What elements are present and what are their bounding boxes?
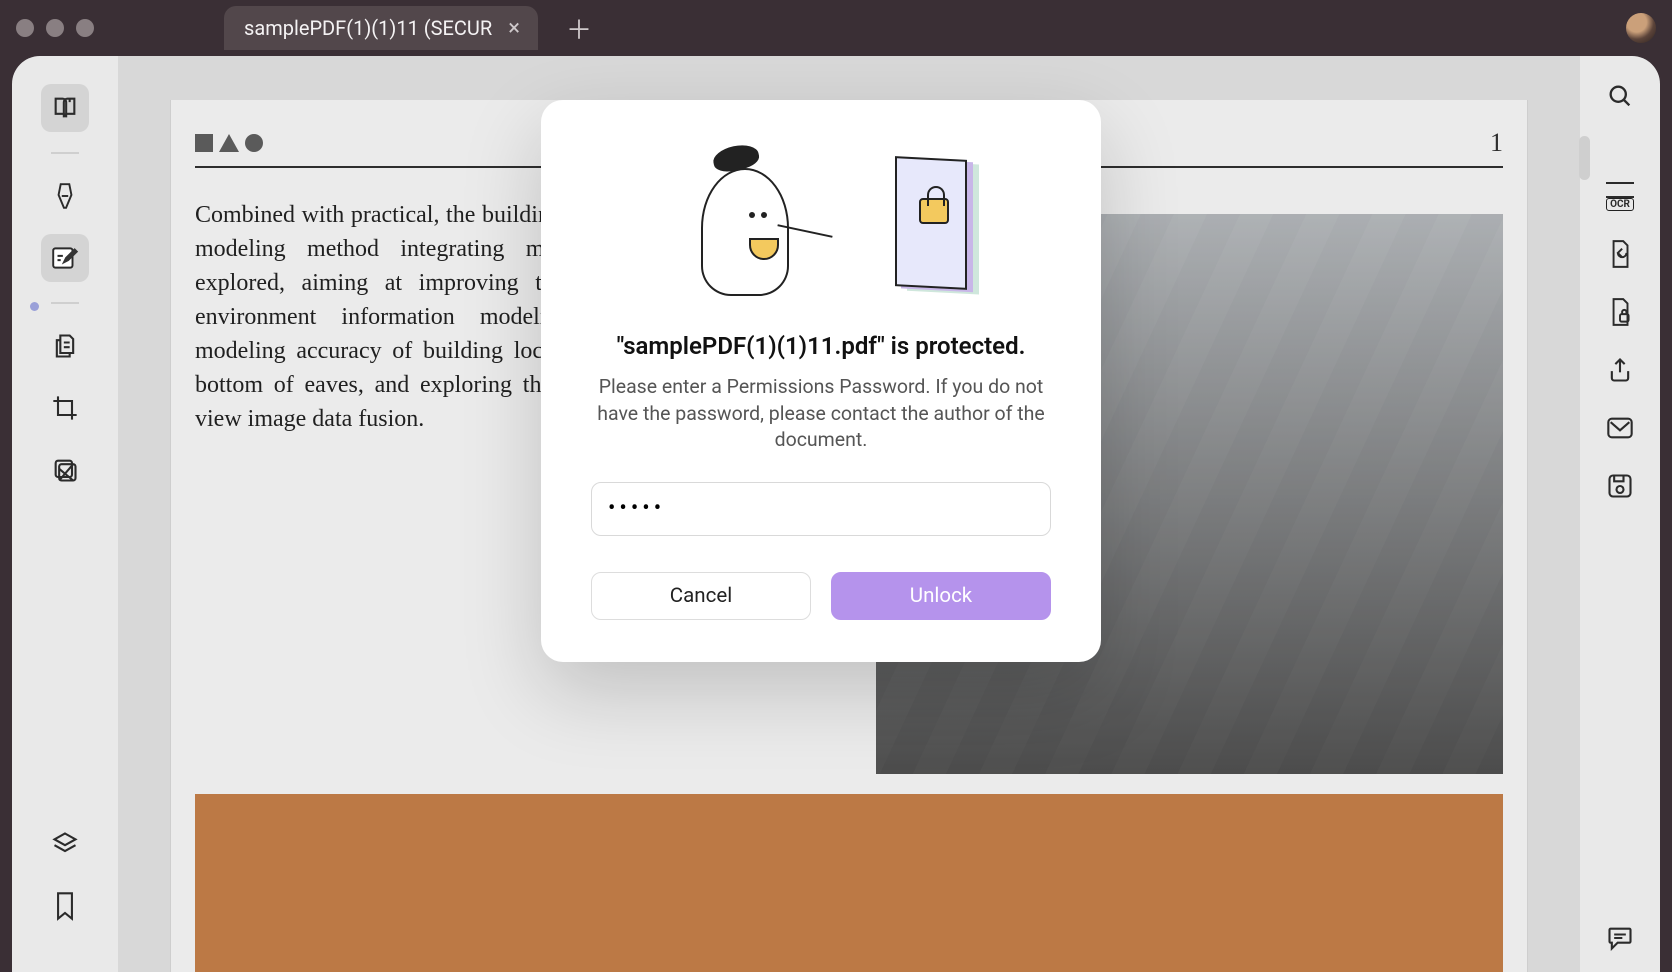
modal-title: "samplePDF(1)(1)11.pdf" is protected. — [591, 332, 1051, 360]
crop-tool-icon[interactable] — [41, 384, 89, 432]
new-tab-button[interactable]: ＋ — [566, 10, 592, 47]
titlebar: samplePDF(1)(1)11 (SECUR × ＋ — [0, 0, 1672, 56]
reader-tool-icon[interactable] — [41, 84, 89, 132]
zoom-window-button[interactable] — [76, 19, 94, 37]
mail-icon[interactable] — [1600, 408, 1640, 448]
share-icon[interactable] — [1600, 350, 1640, 390]
close-tab-button[interactable]: × — [504, 16, 524, 41]
page-color-block — [195, 794, 1503, 972]
password-input[interactable] — [591, 482, 1051, 536]
save-icon[interactable] — [1600, 466, 1640, 506]
layers-icon[interactable] — [41, 820, 89, 868]
cancel-button[interactable]: Cancel — [591, 572, 811, 620]
highlighter-tool-icon[interactable] — [41, 172, 89, 220]
right-toolbar: OCR — [1580, 56, 1660, 972]
modal-message: Please enter a Permissions Password. If … — [597, 374, 1045, 454]
ocr-label: OCR — [1606, 198, 1634, 211]
scrollbar-thumb[interactable] — [1579, 136, 1590, 180]
page-number: 1 — [1490, 128, 1503, 158]
left-toolbar — [12, 56, 118, 972]
window-controls — [16, 19, 94, 37]
copy-page-tool-icon[interactable] — [41, 322, 89, 370]
convert-icon[interactable] — [1600, 234, 1640, 274]
active-tool-indicator-icon — [30, 302, 39, 311]
tab-title: samplePDF(1)(1)11 (SECUR — [244, 16, 492, 40]
ocr-icon[interactable]: OCR — [1600, 176, 1640, 216]
minimize-window-button[interactable] — [46, 19, 64, 37]
edit-tool-icon[interactable] — [41, 234, 89, 282]
document-viewport[interactable]: 1 Combined with practical, the building … — [118, 56, 1580, 972]
redact-tool-icon[interactable] — [41, 446, 89, 494]
document-tab[interactable]: samplePDF(1)(1)11 (SECUR × — [224, 6, 538, 50]
comments-icon[interactable] — [1600, 918, 1640, 958]
divider — [51, 302, 79, 304]
password-modal: "samplePDF(1)(1)11.pdf" is protected. Pl… — [541, 100, 1101, 662]
close-window-button[interactable] — [16, 19, 34, 37]
search-icon[interactable] — [1600, 76, 1640, 116]
divider — [51, 152, 79, 154]
shapes-icon — [195, 134, 263, 152]
lock-file-icon[interactable] — [1600, 292, 1640, 332]
app-window: 1 Combined with practical, the building … — [12, 56, 1660, 972]
bookmark-icon[interactable] — [41, 882, 89, 930]
protected-illustration-icon — [591, 136, 1051, 306]
unlock-button[interactable]: Unlock — [831, 572, 1051, 620]
user-avatar[interactable] — [1626, 13, 1656, 43]
